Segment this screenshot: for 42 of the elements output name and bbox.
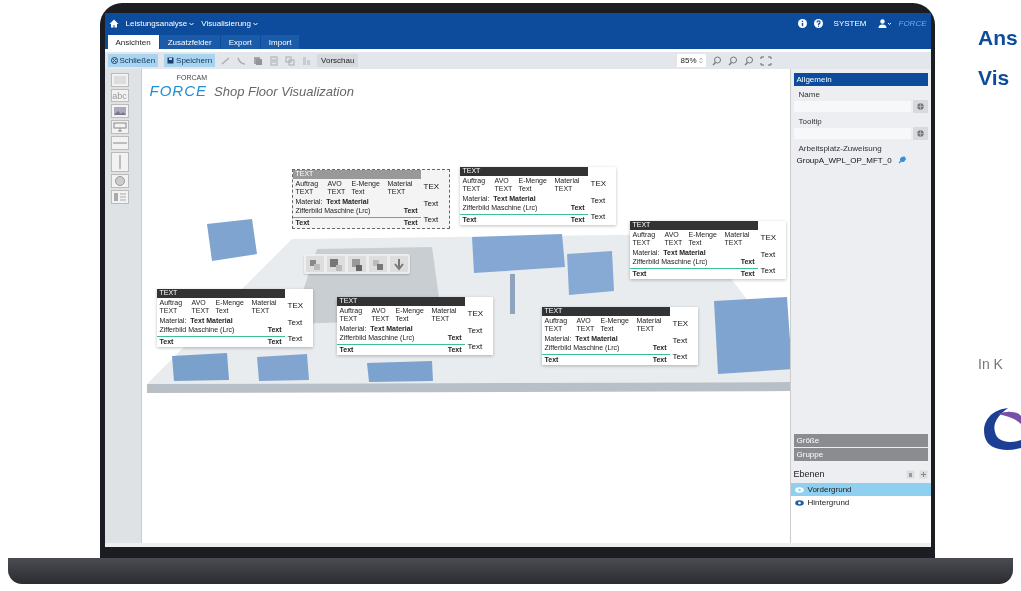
side-value: Text — [590, 195, 607, 206]
tab[interactable]: Zusatzfelder — [159, 35, 220, 49]
side-value: TEX — [423, 182, 441, 192]
side-value: TEX — [760, 233, 778, 243]
side-value: Text — [287, 334, 304, 344]
heading: Vis — [978, 65, 1011, 91]
side-value: Text — [423, 215, 440, 225]
body-text: In K — [978, 356, 1004, 372]
heading: Ans — [978, 25, 1019, 51]
field-label: Arbeitsplatz-Zuweisung — [797, 143, 883, 154]
side-value: Text — [467, 342, 484, 352]
side-value: Text — [672, 352, 689, 362]
side-value: Text — [760, 266, 777, 276]
side-value: Text — [423, 198, 440, 209]
tab[interactable]: Ansichten — [107, 35, 159, 49]
preview-button[interactable]: Vorschau — [317, 54, 359, 67]
side-value: TEX — [467, 309, 485, 319]
user-name[interactable]: SYSTEM — [833, 19, 867, 28]
layer-item[interactable]: Hintergrund — [790, 496, 931, 509]
section-title: Ebenen — [793, 469, 825, 479]
app-title: Shop Floor Visualization — [214, 85, 354, 98]
side-value: TEX — [590, 179, 608, 189]
menu-item[interactable]: Leistungsanalyse — [125, 19, 195, 28]
side-value: Text — [760, 249, 777, 260]
side-value: Text — [590, 212, 607, 222]
side-value: Text — [287, 317, 304, 328]
field-value: GroupA_WPL_OP_MFT_0 — [795, 155, 893, 165]
layer-item[interactable]: Vordergrund — [790, 483, 931, 496]
side-value: Text — [672, 335, 689, 346]
save-button[interactable]: Speichern — [164, 54, 216, 67]
panel-header: Allgemein — [793, 73, 928, 86]
menu-item[interactable]: Visualisierung — [201, 19, 258, 28]
close-button[interactable]: Schließen — [107, 54, 159, 67]
field-label: Tooltip — [797, 116, 823, 127]
side-value: TEX — [672, 319, 690, 329]
side-value: Text — [467, 325, 484, 336]
side-value: TEX — [287, 301, 305, 311]
zoom-field[interactable]: 85% — [677, 54, 706, 67]
brand-logo: FORCE — [898, 19, 927, 28]
tab[interactable]: Export — [220, 35, 260, 49]
tab[interactable]: Import — [260, 35, 300, 49]
field-label: Name — [797, 89, 821, 100]
